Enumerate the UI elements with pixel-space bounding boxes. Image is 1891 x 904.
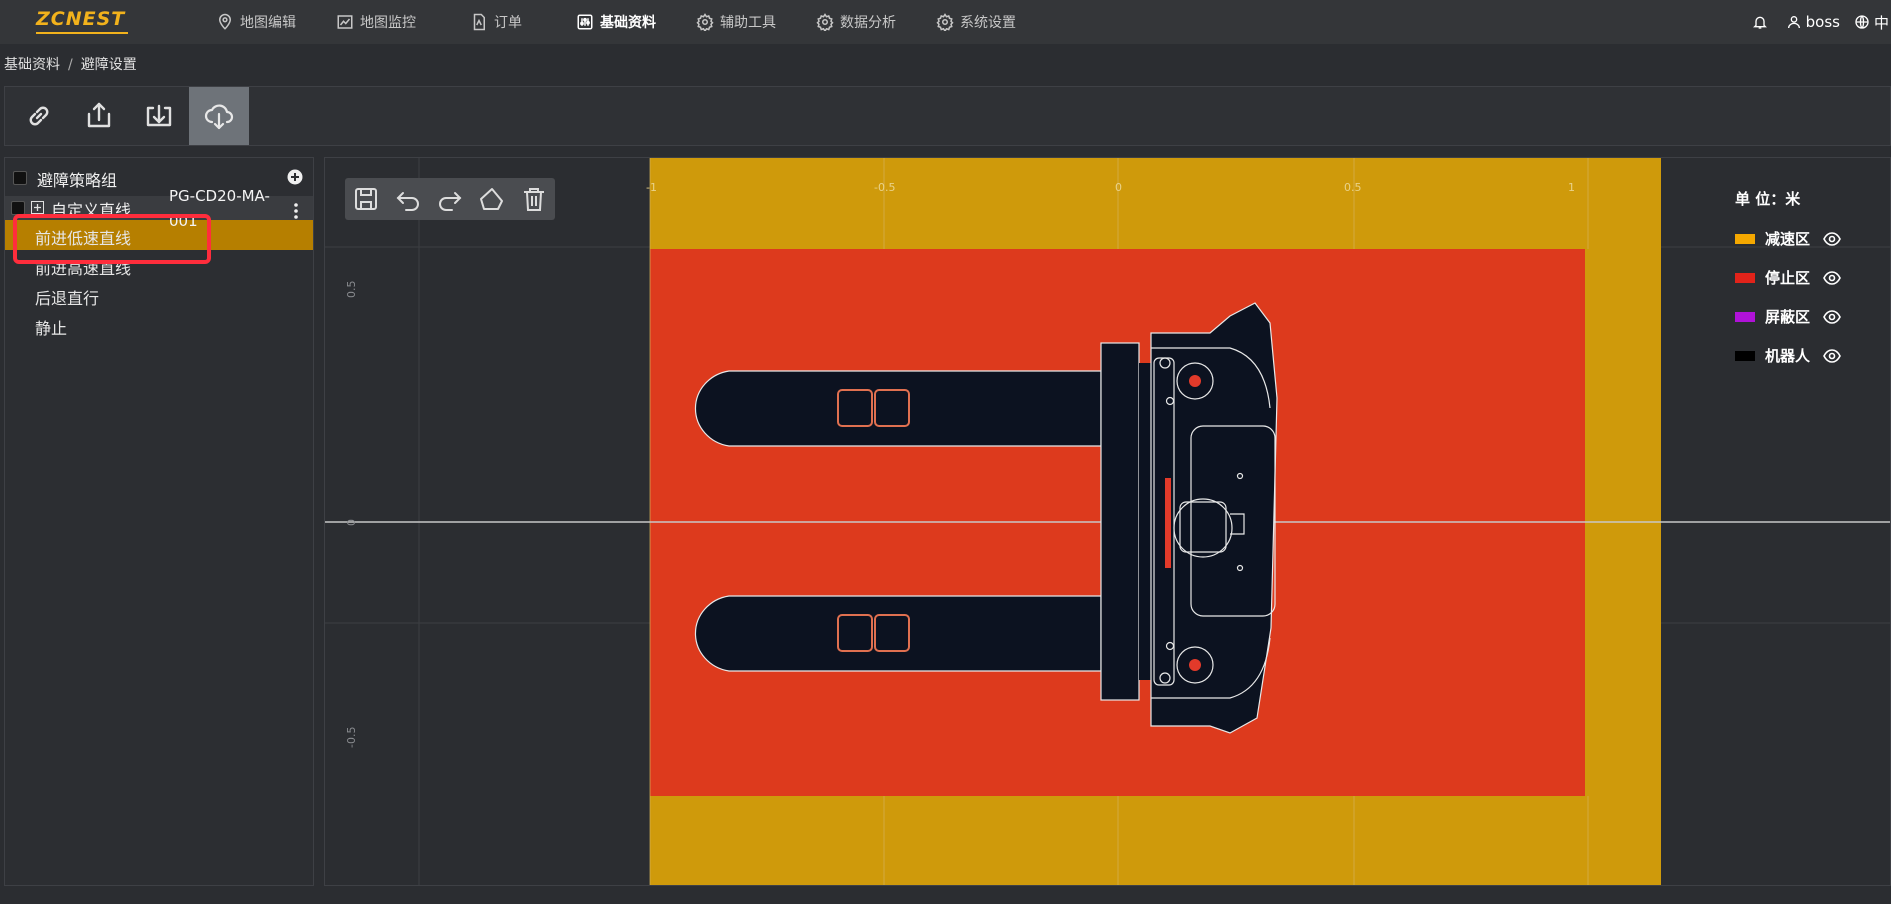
selection-highlight-box	[13, 214, 211, 264]
breadcrumb-separator: /	[68, 57, 73, 73]
legend-robot[interactable]: 机器人	[1735, 336, 1841, 375]
legend-swatch	[1735, 311, 1755, 322]
tree-item-static[interactable]: 静止	[35, 315, 67, 339]
notification-button[interactable]	[1752, 14, 1772, 30]
line-chart-icon	[337, 15, 353, 29]
bell-icon	[1752, 16, 1767, 29]
tree-item-reverse[interactable]: 后退直行	[35, 285, 99, 309]
nav-aux-tools[interactable]: 辅助工具	[696, 0, 776, 44]
nav-system-settings[interactable]: 系统设置	[936, 0, 1016, 44]
nav-label: 系统设置	[960, 15, 1016, 31]
gear-icon	[936, 13, 954, 31]
legend-stop-zone[interactable]: 停止区	[1735, 258, 1841, 297]
polygon-icon	[480, 188, 503, 210]
sliders-icon	[577, 14, 593, 30]
logo-underline	[36, 32, 128, 34]
nav-data-analysis[interactable]: 数据分析	[816, 0, 896, 44]
nav-basic-data[interactable]: 基础资料	[576, 0, 656, 44]
nav-label: 基础资料	[600, 15, 656, 31]
import-button[interactable]	[129, 87, 189, 145]
redo-button[interactable]	[429, 178, 471, 220]
legend-label: 停止区	[1765, 269, 1811, 287]
tree-group-label: 避障策略组	[37, 171, 118, 190]
top-navbar: ZCNEST 地图编辑 地图监控 订单 基础资料 辅助工具 数据分析 系统设置 …	[0, 0, 1891, 44]
user-menu[interactable]: boss	[1786, 13, 1840, 31]
nav-label: 地图编辑	[240, 15, 296, 31]
custom-checkbox[interactable]	[11, 201, 25, 215]
language-switch[interactable]: 中	[1854, 12, 1889, 33]
x-tick-label: 1	[1568, 181, 1575, 194]
add-circle-icon[interactable]	[287, 169, 303, 185]
link-icon	[29, 106, 49, 126]
legend-slow-zone[interactable]: 减速区	[1735, 219, 1841, 258]
unit-label: 单 位：米	[1735, 190, 1801, 208]
redo-icon	[439, 192, 462, 211]
map-pin-icon	[218, 13, 232, 30]
nav-label: 数据分析	[840, 15, 896, 31]
cloud-download-button[interactable]	[189, 87, 249, 145]
save-button[interactable]	[345, 178, 387, 220]
upload-icon	[87, 102, 111, 128]
legend-label: 屏蔽区	[1765, 308, 1811, 326]
eye-icon[interactable]	[1823, 231, 1841, 246]
brand-logo-text: ZCNEST	[36, 8, 126, 30]
x-tick-label: 0	[1115, 181, 1122, 194]
legend-label: 减速区	[1765, 230, 1811, 248]
y-tick-label: -0.5	[345, 727, 358, 748]
brand-logo[interactable]: ZCNEST	[36, 8, 128, 34]
nav-orders[interactable]: 订单	[470, 0, 522, 44]
expand-icon[interactable]	[31, 201, 44, 214]
link-button[interactable]	[9, 87, 69, 145]
delete-button[interactable]	[513, 178, 555, 220]
y-tick-label: 0	[345, 519, 358, 526]
group-checkbox[interactable]	[13, 171, 27, 185]
nav-label: 地图监控	[360, 15, 416, 31]
top-right-actions: boss 中	[1752, 0, 1891, 44]
export-button[interactable]	[69, 87, 129, 145]
eye-icon[interactable]	[1823, 270, 1841, 285]
breadcrumb: 基础资料 / 避障设置	[4, 54, 137, 74]
x-tick-label: 0.5	[1344, 181, 1362, 194]
strategy-tree-panel: 避障策略组 自定义直线 前进低速直线 前进高速直线 后退直行 静止 PG-CD2…	[4, 157, 314, 886]
user-icon	[1787, 16, 1800, 29]
legend-mask-zone[interactable]: 屏蔽区	[1735, 297, 1841, 336]
trash-icon	[524, 188, 544, 211]
undo-button[interactable]	[387, 178, 429, 220]
gear-icon	[696, 13, 714, 31]
main-toolbar	[4, 86, 1891, 146]
avoidance-plot-canvas[interactable]: -1 -0.5 0 0.5 1 0.5 0 -0.5 单 位：米 减速区 停止区…	[324, 157, 1891, 886]
eye-icon[interactable]	[1823, 309, 1841, 324]
y-tick-label: 0.5	[345, 281, 358, 299]
download-icon	[146, 104, 172, 127]
x-tick-label: -0.5	[874, 181, 895, 194]
plot-legend: 单 位：米 减速区 停止区 屏蔽区 机器人	[1735, 188, 1841, 375]
breadcrumb-current: 避障设置	[80, 57, 137, 73]
plot-svg: -1 -0.5 0 0.5 1 0.5 0 -0.5	[325, 158, 1890, 885]
eye-icon[interactable]	[1823, 348, 1841, 363]
cloud-download-icon	[204, 104, 234, 130]
undo-icon	[396, 192, 419, 211]
nav-label: 辅助工具	[720, 15, 776, 31]
draw-polygon-button[interactable]	[471, 178, 513, 220]
legend-label: 机器人	[1765, 347, 1811, 365]
legend-swatch	[1735, 272, 1755, 283]
nav-label: 订单	[494, 15, 522, 31]
document-icon	[473, 13, 485, 31]
gear-icon	[816, 13, 834, 31]
language-label: 中	[1873, 13, 1889, 32]
edit-toolbar	[345, 178, 555, 220]
nav-map-monitor[interactable]: 地图监控	[336, 0, 416, 44]
save-icon	[355, 188, 377, 210]
x-tick-label: -1	[646, 181, 657, 194]
legend-swatch	[1735, 350, 1755, 361]
more-options-icon[interactable]	[293, 202, 299, 220]
globe-icon	[1855, 15, 1869, 29]
user-name: boss	[1805, 13, 1840, 31]
legend-swatch	[1735, 233, 1755, 244]
breadcrumb-parent[interactable]: 基础资料	[4, 57, 60, 73]
nav-map-edit[interactable]: 地图编辑	[216, 0, 296, 44]
